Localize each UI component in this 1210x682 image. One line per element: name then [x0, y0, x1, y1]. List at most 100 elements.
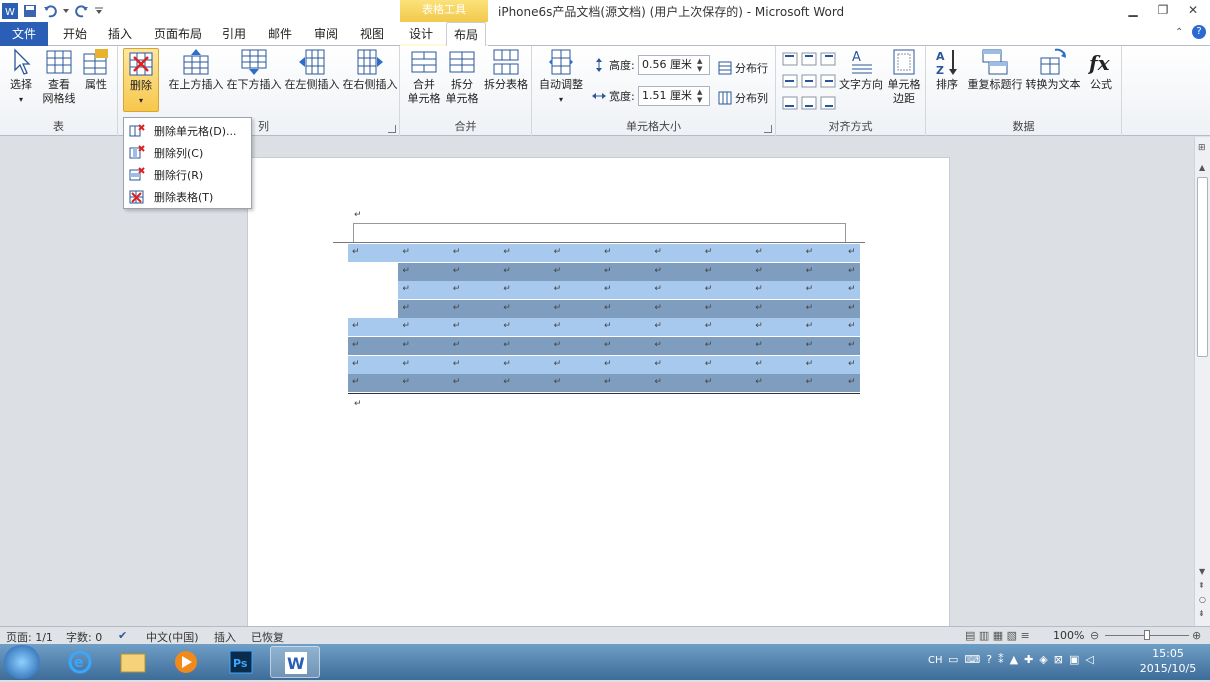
tab-mailings[interactable]: 邮件	[260, 22, 300, 46]
minimize-ribbon-icon[interactable]: ⌃	[1175, 27, 1183, 38]
tab-home[interactable]: 开始	[55, 22, 95, 46]
tab-review[interactable]: 审阅	[306, 22, 346, 46]
cell-margins-button[interactable]: 单元格 边距	[884, 48, 924, 106]
distribute-rows-label: 分布行	[735, 62, 768, 75]
ime-indicator[interactable]: CH	[928, 655, 943, 666]
table-row[interactable]	[398, 281, 860, 300]
distribute-rows-button[interactable]: 分布行	[718, 60, 768, 76]
distribute-cols-button[interactable]: 分布列	[718, 90, 768, 106]
tab-design[interactable]: 设计	[402, 22, 440, 46]
status-words[interactable]: 字数: 0	[66, 629, 102, 645]
scroll-down-icon[interactable]: ▼	[1199, 567, 1205, 576]
zoom-level[interactable]: 100%	[1053, 629, 1084, 642]
tab-file[interactable]: 文件	[0, 22, 48, 46]
clock-date[interactable]: 2015/10/5	[1134, 662, 1202, 675]
scroll-thumb[interactable]	[1197, 177, 1208, 357]
status-page[interactable]: 页面: 1/1	[6, 629, 53, 645]
view-buttons-icon[interactable]: ▤ ▥ ▦ ▧ ≡	[965, 629, 1030, 642]
customize-qat-icon[interactable]	[94, 3, 104, 19]
start-button-icon[interactable]	[4, 645, 40, 679]
table-row[interactable]	[398, 262, 860, 281]
minimize-button[interactable]: ▁	[1118, 0, 1148, 20]
menu-delete-table[interactable]: 删除表格(T)	[124, 186, 251, 208]
cell-paragraph-mark: ↵	[503, 321, 511, 332]
insert-above-button[interactable]: 在上方插入	[166, 48, 226, 92]
split-cells-button[interactable]: 拆分 单元格	[442, 48, 482, 106]
sort-button[interactable]: AZ 排序	[932, 48, 962, 92]
redo-icon[interactable]	[74, 3, 90, 19]
word-app-icon[interactable]: W	[2, 3, 18, 19]
delete-button[interactable]: 删除 ▾	[123, 48, 159, 112]
tab-references[interactable]: 引用	[214, 22, 254, 46]
zoom-out-icon[interactable]: ⊖	[1090, 629, 1099, 642]
convert-to-text-button[interactable]: 转换为文本	[1024, 48, 1082, 92]
properties-button[interactable]: 属性	[80, 48, 112, 92]
document-page[interactable]: ↵ ↵ ↵ ↵ ↵ ↵ ↵ ↵ ↵ ↵ ↵ ↵ ↵ ↵ ↵ ↵ ↵ ↵ ↵ ↵ ↵ ↵ ↵ ↵ ↵ ↵ ↵ ↵ ↵ ↵ ↵ ↵ ↵ ↵ ↵ ↵ ↵ ↵ ↵…	[247, 157, 950, 637]
cell-paragraph-mark: ↵	[848, 340, 856, 350]
status-bar: 页面: 1/1 字数: 0 ✔ 中文(中国) 插入 已恢复 ▤ ▥ ▦ ▧ ≡ …	[0, 626, 1210, 644]
table-header-row[interactable]	[353, 223, 846, 243]
data-table[interactable]: ↵ ↵ ↵ ↵ ↵ ↵ ↵ ↵ ↵ ↵ ↵ ↵ ↵ ↵ ↵ ↵ ↵ ↵ ↵ ↵ ↵ ↵ ↵ ↵ ↵ ↵ ↵ ↵ ↵ ↵ ↵ ↵ ↵ ↵ ↵ ↵ ↵ ↵ ↵ ↵…	[348, 244, 860, 394]
cell-size-launcher-icon[interactable]	[764, 125, 772, 133]
insert-left-label: 在左侧插入	[284, 78, 340, 91]
close-button[interactable]: ✕	[1178, 0, 1208, 20]
menu-delete-columns[interactable]: 删除列(C)	[124, 142, 251, 164]
text-direction-button[interactable]: A 文字方向	[838, 48, 884, 92]
next-page-icon[interactable]: ⇟	[1198, 609, 1205, 618]
status-insert-mode[interactable]: 插入	[214, 629, 236, 645]
proofing-icon[interactable]: ✔	[118, 629, 127, 642]
delete-dropdown-menu: 删除单元格(D)... 删除列(C) 删除行(R) 删除表格(T)	[123, 117, 252, 209]
restore-button[interactable]: ❐	[1148, 0, 1178, 20]
browse-object-icon[interactable]: ○	[1199, 595, 1206, 604]
gridlines-label-2: 网格线	[42, 92, 76, 105]
height-label: 高度:	[609, 59, 635, 72]
split-table-button[interactable]: 拆分表格	[482, 48, 530, 92]
explorer-taskbar-icon[interactable]	[108, 646, 158, 678]
cell-paragraph-mark: ↵	[402, 358, 410, 369]
zoom-slider-thumb[interactable]	[1144, 630, 1150, 640]
cell-paragraph-mark: ↵	[848, 302, 856, 313]
menu-delete-cells[interactable]: 删除单元格(D)...	[124, 120, 251, 142]
insert-right-button[interactable]: 在右侧插入	[341, 48, 399, 92]
scroll-up-icon[interactable]: ▲	[1199, 163, 1205, 172]
rows-columns-launcher-icon[interactable]	[388, 125, 396, 133]
photoshop-taskbar-icon[interactable]: Ps	[216, 646, 266, 678]
media-player-taskbar-icon[interactable]	[161, 646, 211, 678]
system-tray-icons[interactable]: ▭⌨?⁑▲✚◈⊠▣◁	[948, 653, 1100, 666]
view-gridlines-button[interactable]: 查看 网格线	[40, 48, 78, 106]
cell-paragraph-mark: ↵	[553, 265, 562, 276]
repeat-header-button[interactable]: 重复标题行	[966, 48, 1024, 92]
status-language[interactable]: 中文(中国)	[146, 629, 199, 645]
formula-button[interactable]: fx 公式	[1084, 48, 1118, 92]
tab-page-layout[interactable]: 页面布局	[148, 22, 208, 46]
table-row[interactable]	[398, 299, 860, 318]
tab-view[interactable]: 视图	[352, 22, 392, 46]
undo-dropdown-icon[interactable]	[62, 3, 70, 19]
width-spinner-icon[interactable]: ▲ ▼	[697, 88, 702, 104]
cell-paragraph-mark: ↵	[805, 321, 814, 332]
tab-insert[interactable]: 插入	[100, 22, 140, 46]
merge-cells-button[interactable]: 合并 单元格	[404, 48, 444, 106]
word-taskbar-icon[interactable]: W	[270, 646, 320, 678]
insert-below-button[interactable]: 在下方插入	[225, 48, 283, 92]
group-data: AZ 排序 重复标题行 转换为文本 fx 公式 数据	[926, 46, 1122, 136]
split-label-2: 单元格	[445, 92, 479, 105]
help-icon[interactable]: ?	[1192, 25, 1206, 39]
select-button[interactable]: 选择 ▾	[4, 48, 38, 107]
undo-icon[interactable]	[42, 3, 58, 19]
clock-time[interactable]: 15:05	[1140, 647, 1196, 660]
previous-page-icon[interactable]: ⇞	[1198, 581, 1205, 590]
menu-delete-rows[interactable]: 删除行(R)	[124, 164, 251, 186]
insert-left-button[interactable]: 在左侧插入	[283, 48, 341, 92]
tab-layout[interactable]: 布局	[446, 22, 486, 46]
vertical-scrollbar[interactable]: ⊞ ▲ ▼ ⇞ ○ ⇟	[1194, 137, 1210, 626]
cell-paragraph-mark: ↵	[604, 265, 612, 276]
merge-label-1: 合并	[413, 78, 435, 91]
autofit-button[interactable]: 自动调整 ▾	[536, 48, 586, 107]
height-spinner-icon[interactable]: ▲ ▼	[697, 57, 702, 73]
ie-taskbar-icon[interactable]: e	[55, 646, 105, 678]
ruler-toggle-icon[interactable]: ⊞	[1198, 143, 1206, 153]
save-icon[interactable]	[22, 3, 38, 19]
cell-paragraph-mark: ↵	[503, 302, 511, 313]
zoom-in-icon[interactable]: ⊕	[1192, 629, 1201, 642]
